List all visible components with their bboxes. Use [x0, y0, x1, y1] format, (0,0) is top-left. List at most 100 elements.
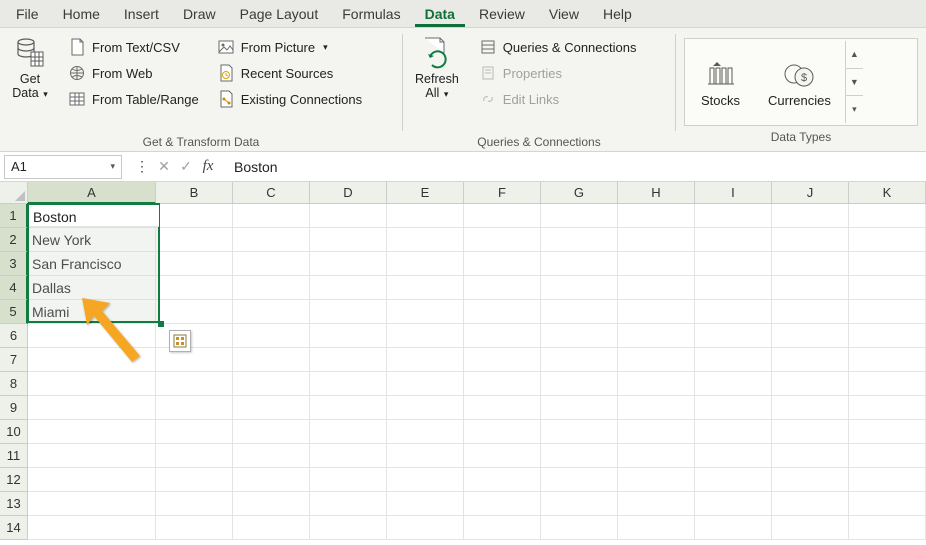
row-header-14[interactable]: 14 — [0, 516, 28, 540]
column-header-J[interactable]: J — [772, 182, 849, 204]
column-header-G[interactable]: G — [541, 182, 618, 204]
cell-D7[interactable] — [310, 348, 387, 372]
row-header-6[interactable]: 6 — [0, 324, 28, 348]
cell-C2[interactable] — [233, 228, 310, 252]
tab-data[interactable]: Data — [415, 2, 465, 27]
scroll-up-icon[interactable]: ▲ — [846, 41, 863, 69]
cell-K7[interactable] — [849, 348, 926, 372]
cell-E9[interactable] — [387, 396, 464, 420]
cell-J2[interactable] — [772, 228, 849, 252]
cell-A6[interactable] — [28, 324, 156, 348]
row-header-7[interactable]: 7 — [0, 348, 28, 372]
row-header-9[interactable]: 9 — [0, 396, 28, 420]
column-header-F[interactable]: F — [464, 182, 541, 204]
cell-D4[interactable] — [310, 276, 387, 300]
column-header-H[interactable]: H — [618, 182, 695, 204]
cell-H7[interactable] — [618, 348, 695, 372]
fill-handle[interactable] — [158, 321, 164, 327]
cell-F4[interactable] — [464, 276, 541, 300]
cell-D14[interactable] — [310, 516, 387, 540]
row-header-8[interactable]: 8 — [0, 372, 28, 396]
cell-K5[interactable] — [849, 300, 926, 324]
cell-D3[interactable] — [310, 252, 387, 276]
cell-J8[interactable] — [772, 372, 849, 396]
cell-A11[interactable] — [28, 444, 156, 468]
cell-J3[interactable] — [772, 252, 849, 276]
tab-help[interactable]: Help — [593, 2, 642, 27]
cell-C1[interactable] — [233, 204, 310, 228]
cell-C6[interactable] — [233, 324, 310, 348]
cell-F12[interactable] — [464, 468, 541, 492]
cell-H10[interactable] — [618, 420, 695, 444]
cell-G12[interactable] — [541, 468, 618, 492]
cell-J6[interactable] — [772, 324, 849, 348]
cell-C10[interactable] — [233, 420, 310, 444]
cell-A12[interactable] — [28, 468, 156, 492]
column-header-C[interactable]: C — [233, 182, 310, 204]
cell-J1[interactable] — [772, 204, 849, 228]
cell-K6[interactable] — [849, 324, 926, 348]
cell-I3[interactable] — [695, 252, 772, 276]
cell-C7[interactable] — [233, 348, 310, 372]
cell-K14[interactable] — [849, 516, 926, 540]
cell-J10[interactable] — [772, 420, 849, 444]
cell-B5[interactable] — [156, 300, 233, 324]
from-text-csv-button[interactable]: From Text/CSV — [64, 36, 203, 58]
tab-home[interactable]: Home — [53, 2, 110, 27]
cell-B7[interactable] — [156, 348, 233, 372]
cell-H2[interactable] — [618, 228, 695, 252]
formula-input[interactable]: Boston — [224, 159, 926, 175]
cell-B13[interactable] — [156, 492, 233, 516]
cell-B11[interactable] — [156, 444, 233, 468]
cell-G2[interactable] — [541, 228, 618, 252]
cell-G11[interactable] — [541, 444, 618, 468]
cell-E4[interactable] — [387, 276, 464, 300]
cells-area[interactable]: BostonNew YorkSan FranciscoDallasMiami — [28, 204, 926, 545]
cell-B2[interactable] — [156, 228, 233, 252]
tab-page-layout[interactable]: Page Layout — [230, 2, 329, 27]
cell-B14[interactable] — [156, 516, 233, 540]
cell-I12[interactable] — [695, 468, 772, 492]
cell-F6[interactable] — [464, 324, 541, 348]
from-web-button[interactable]: From Web — [64, 62, 203, 84]
cell-C4[interactable] — [233, 276, 310, 300]
cell-H1[interactable] — [618, 204, 695, 228]
cell-J12[interactable] — [772, 468, 849, 492]
cell-K8[interactable] — [849, 372, 926, 396]
cell-C5[interactable] — [233, 300, 310, 324]
cell-I11[interactable] — [695, 444, 772, 468]
cell-B3[interactable] — [156, 252, 233, 276]
cell-C13[interactable] — [233, 492, 310, 516]
cell-C8[interactable] — [233, 372, 310, 396]
row-header-3[interactable]: 3 — [0, 252, 28, 276]
cell-D1[interactable] — [310, 204, 387, 228]
recent-sources-button[interactable]: Recent Sources — [213, 62, 366, 84]
cell-J14[interactable] — [772, 516, 849, 540]
cell-F13[interactable] — [464, 492, 541, 516]
cell-I14[interactable] — [695, 516, 772, 540]
cell-B8[interactable] — [156, 372, 233, 396]
cell-F8[interactable] — [464, 372, 541, 396]
cell-E12[interactable] — [387, 468, 464, 492]
cell-G9[interactable] — [541, 396, 618, 420]
cell-J13[interactable] — [772, 492, 849, 516]
cell-C11[interactable] — [233, 444, 310, 468]
tab-file[interactable]: File — [6, 2, 49, 27]
cell-E5[interactable] — [387, 300, 464, 324]
cell-A10[interactable] — [28, 420, 156, 444]
stocks-button[interactable]: Stocks — [687, 41, 754, 123]
cell-G5[interactable] — [541, 300, 618, 324]
cell-G8[interactable] — [541, 372, 618, 396]
fx-icon[interactable]: fx — [198, 158, 218, 175]
cell-H4[interactable] — [618, 276, 695, 300]
cell-B4[interactable] — [156, 276, 233, 300]
gallery-scroll[interactable]: ▲ ▼ ▾ — [845, 41, 863, 123]
row-header-12[interactable]: 12 — [0, 468, 28, 492]
cell-C12[interactable] — [233, 468, 310, 492]
cell-F10[interactable] — [464, 420, 541, 444]
cell-A5[interactable]: Miami — [28, 300, 156, 324]
cell-E13[interactable] — [387, 492, 464, 516]
cell-K2[interactable] — [849, 228, 926, 252]
column-header-D[interactable]: D — [310, 182, 387, 204]
cell-B1[interactable] — [156, 204, 233, 228]
